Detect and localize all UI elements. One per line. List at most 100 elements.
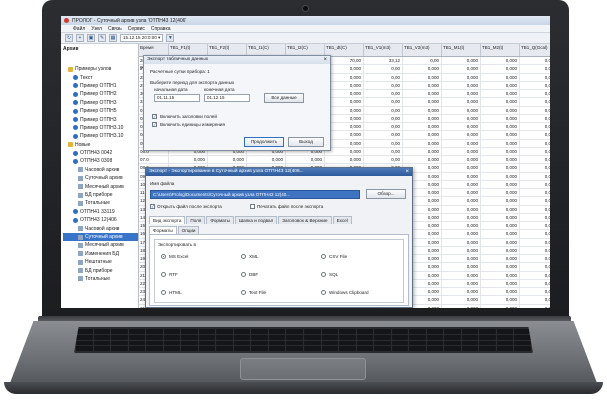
tree-item[interactable]: Месячный архив [63, 182, 138, 190]
folder-icon [68, 66, 73, 72]
exit-button[interactable]: Выход [288, 137, 324, 147]
add-icon[interactable]: + [76, 34, 84, 42]
units-checkbox[interactable]: ✓ [152, 122, 157, 127]
browse-button[interactable]: Обзор... [366, 189, 406, 199]
tree-item[interactable]: Пример ОТПН3 [63, 99, 138, 107]
tree-item[interactable]: Тотальные [63, 275, 138, 283]
end-date-input[interactable]: 01.12.15 [204, 94, 250, 102]
keyboard-key [76, 346, 93, 351]
tree-item[interactable]: Пример ОТПН3.10 [63, 124, 138, 132]
tree-item[interactable]: Суточный архив [63, 174, 138, 182]
tree-item[interactable]: БД приборе [63, 266, 138, 274]
tab-formats[interactable]: Форматы [206, 216, 234, 224]
open-after-checkbox[interactable]: ✓ [150, 204, 155, 209]
meter-node-icon [73, 100, 78, 106]
laptop-front-edge [4, 382, 603, 394]
column-header[interactable]: TB1_M1(t) [442, 44, 481, 56]
tab-header-footer[interactable]: Шапка и подвал [234, 216, 278, 224]
keyboard-key [181, 334, 198, 340]
menu-connection[interactable]: Связь [108, 26, 122, 32]
continue-button[interactable]: Продолжить [244, 137, 284, 147]
tree-item[interactable]: Нештатные [63, 258, 138, 266]
radio-xml[interactable] [241, 254, 246, 259]
export-dialog-title: Экспорт - Экспортирование в Суточный арх… [146, 168, 412, 176]
radio-html[interactable] [161, 290, 166, 295]
file-path-input[interactable]: C:\Users\Prolog\Documents\Суточный архив… [150, 190, 360, 199]
radio-rtf[interactable] [161, 272, 166, 277]
tree-item[interactable]: Новые [63, 141, 138, 149]
start-date-input[interactable]: 01.11.15 [154, 94, 200, 102]
tab-export-type[interactable]: Вид экспорта [149, 216, 186, 224]
menu-service[interactable]: Сервис [128, 26, 145, 32]
save-icon[interactable]: ▣ [87, 34, 95, 42]
tree-item[interactable]: БД приборе [63, 191, 138, 199]
print-after-checkbox[interactable] [250, 204, 255, 209]
menu-file[interactable]: Файл [73, 26, 85, 32]
menu-node[interactable]: Узел [91, 26, 102, 32]
refresh-icon[interactable]: ↻ [65, 34, 73, 42]
table-cell: 33,12 [364, 57, 403, 65]
tree-item[interactable]: Тотальные [63, 199, 138, 207]
table-cell: 0,000 [481, 288, 520, 296]
tree-item[interactable]: Пример ОТПН3 [63, 115, 138, 123]
menu-help[interactable]: Справка [151, 26, 171, 32]
keyboard-key [356, 340, 374, 346]
tree-item[interactable]: Часовой архив [63, 224, 138, 232]
tree-item[interactable]: ОТПН43 12(406 [63, 216, 138, 224]
radio-sql[interactable] [321, 272, 326, 277]
radio-csv[interactable] [321, 254, 326, 259]
tree-item[interactable]: Изменения БД [63, 250, 138, 258]
keyboard-key [163, 334, 181, 340]
keyboard-key [321, 340, 339, 346]
table-row[interactable]: 07.0 0,000 0,000 0,000 0,000 0,000 0,00 0,000 0,… [139, 156, 550, 165]
table-cell: 0,000 [520, 148, 550, 155]
tree-item-label: Пример ОТПН3.10 [80, 133, 124, 140]
column-header[interactable]: TB1_M2(t) [481, 44, 520, 56]
tree-item[interactable]: Текст [63, 73, 138, 81]
column-header[interactable]: TB1_V1(m3) [364, 44, 403, 56]
filter-icon[interactable]: ▼ [166, 34, 175, 42]
tree-item[interactable]: Часовой архив [63, 166, 138, 174]
radio-dbf[interactable] [241, 272, 246, 277]
tree-item[interactable]: ОТПН43 0308 [63, 157, 138, 165]
tree-item[interactable]: Пример ОТПН1 [63, 82, 138, 90]
close-icon[interactable]: × [405, 168, 409, 176]
radio-clipboard[interactable] [321, 290, 326, 295]
tab-excel[interactable]: Excel [332, 216, 352, 224]
tree-item[interactable]: Пример ОТПН5 [63, 107, 138, 115]
table-icon[interactable]: ▦ [109, 34, 117, 42]
table-cell: 0,000 [442, 279, 481, 287]
table-cell: 0,000 [520, 263, 550, 270]
keyboard-key [496, 340, 514, 346]
keyboard-key [409, 346, 426, 351]
radio-text-file[interactable] [241, 290, 246, 295]
tree-item-label: Тотальные [85, 275, 111, 282]
tab-caption[interactable]: Заголовок & Верхние [278, 216, 332, 224]
table-cell: 0,000 [481, 90, 520, 98]
toolbar: ↻ + ▣ ✎ ▦ 15.12.15 20:0:00 ▾ ▼ [61, 33, 550, 44]
radio-ms-excel[interactable] [161, 254, 166, 259]
tree-item-label: ОТПН43 0308 [80, 158, 113, 165]
tab-fields[interactable]: Поля [186, 216, 206, 224]
column-header[interactable]: TB1_V2(m3) [403, 44, 442, 56]
tree-item[interactable]: ОТПН43 0042 [63, 149, 138, 157]
keyboard-key [163, 340, 181, 346]
table-cell: 0,000 [481, 230, 520, 238]
date-selector[interactable]: 15.12.15 20:0:00 ▾ [120, 34, 164, 42]
tree-item[interactable]: ОТПН41 33119 [63, 208, 138, 216]
tab-sub-options[interactable]: Опции [177, 226, 200, 234]
column-header[interactable]: TB1_Q(Gcal) [520, 44, 550, 56]
tree-item-label: Пример ОТПН3 [80, 99, 117, 106]
tab-sub-formats[interactable]: Форматы [149, 226, 177, 234]
tree-item[interactable]: Пример ОТПН3.10 [63, 132, 138, 140]
all-data-button[interactable]: Все данные [264, 93, 304, 103]
keyboard-key [374, 334, 391, 340]
close-icon[interactable]: × [323, 56, 327, 64]
edit-icon[interactable]: ✎ [98, 34, 106, 42]
tree-item[interactable]: Месячный архив [63, 241, 138, 249]
headers-checkbox[interactable]: ✓ [152, 114, 157, 119]
keyboard-key [409, 340, 426, 346]
tree-item[interactable]: Примеры узлов [63, 65, 138, 73]
tree-item[interactable]: Суточный архив [63, 232, 138, 242]
tree-item[interactable]: Пример ОТПН2 [63, 90, 138, 98]
